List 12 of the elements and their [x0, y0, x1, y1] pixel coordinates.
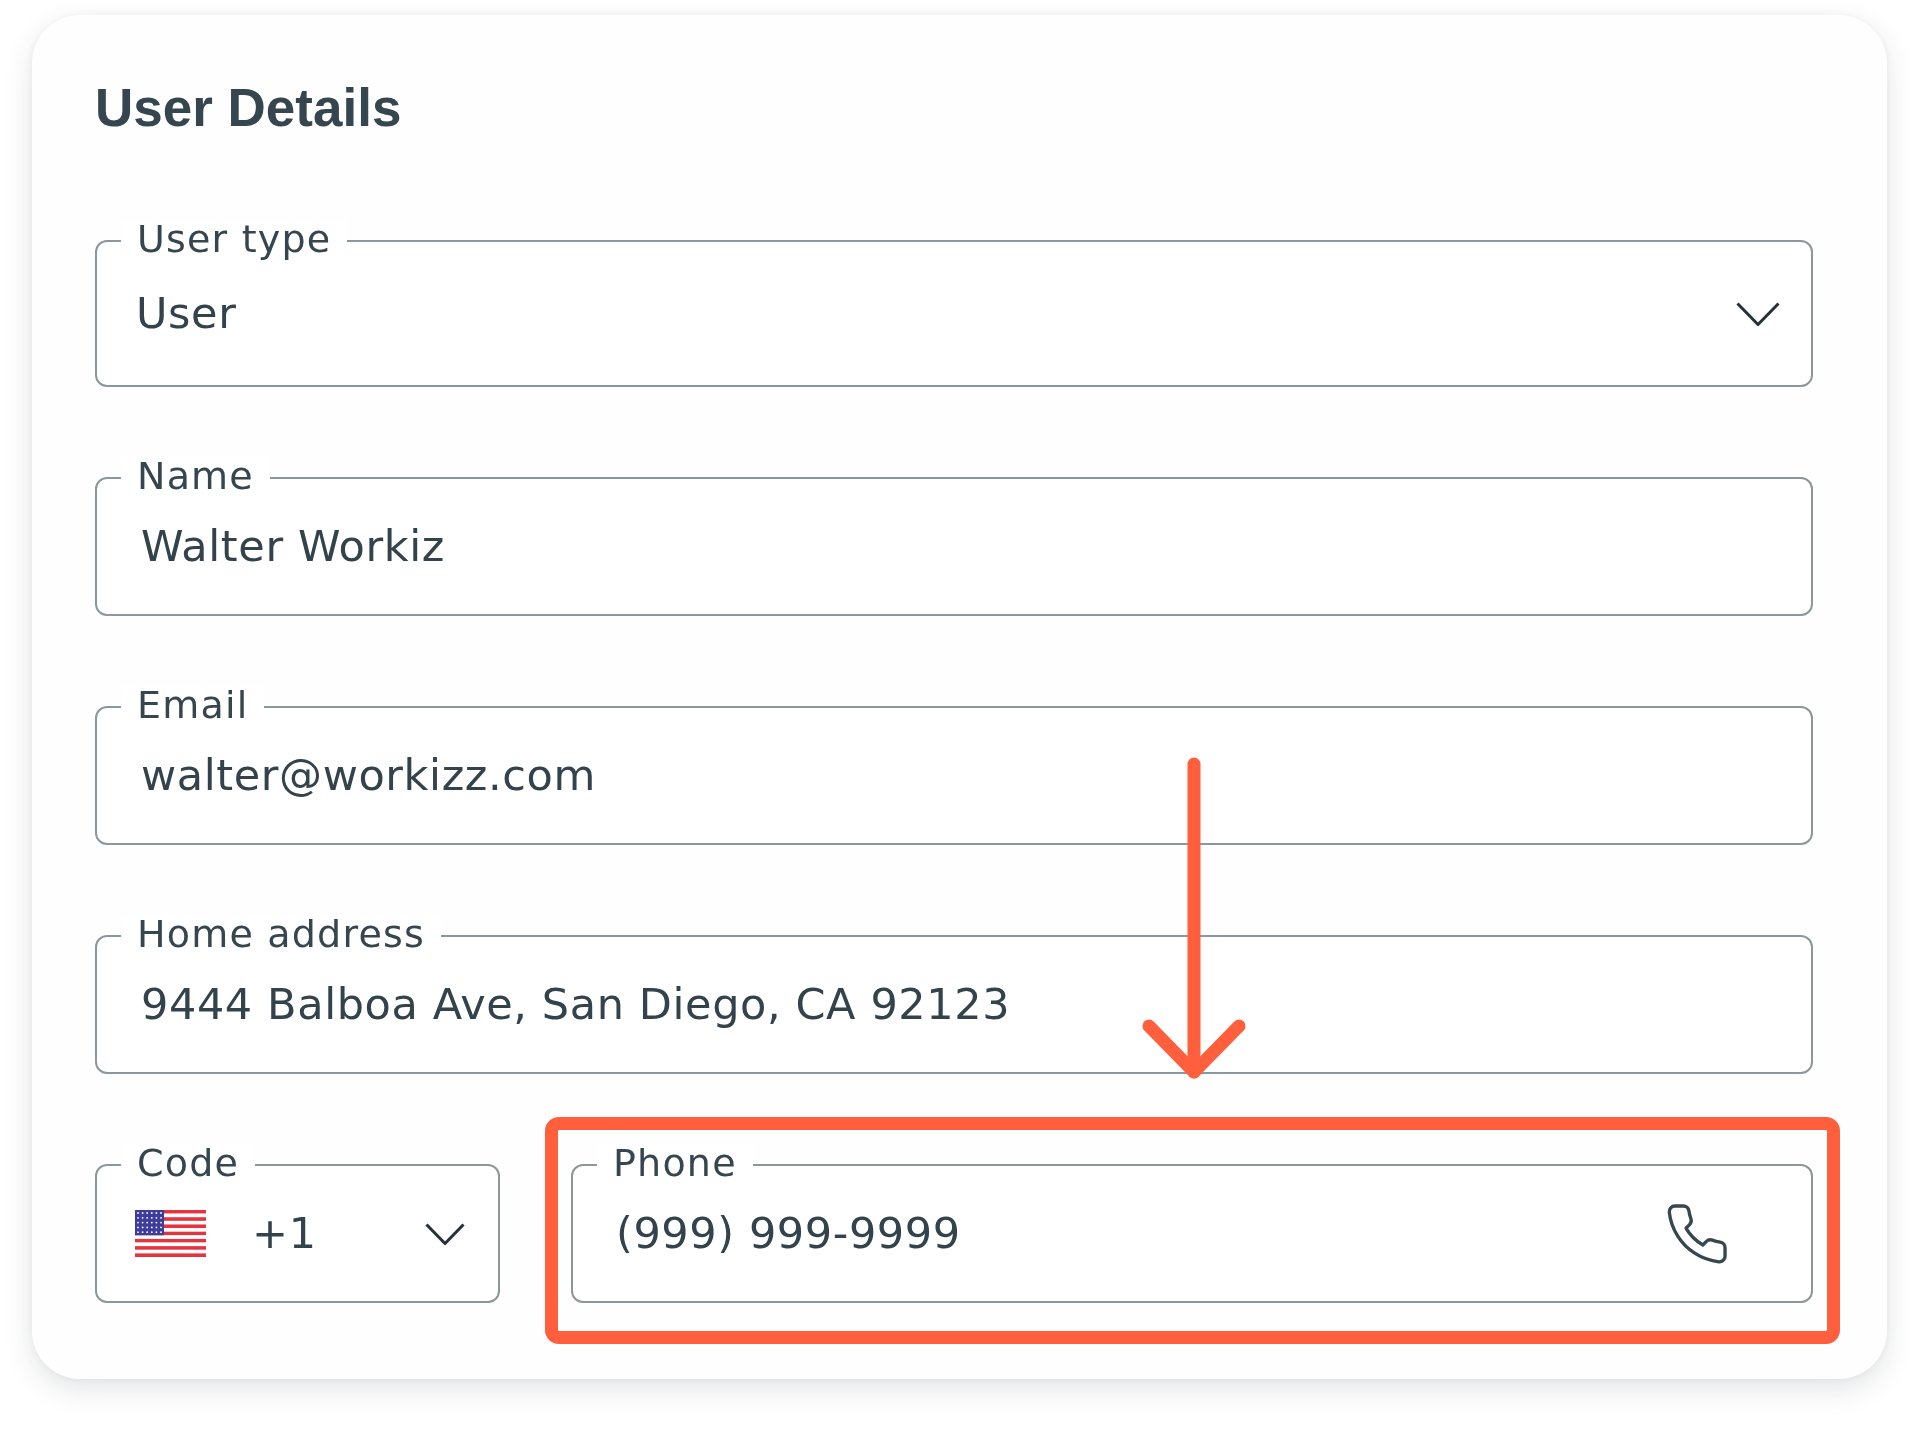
- field-value: User: [136, 292, 237, 335]
- field-value: +1: [252, 1212, 317, 1255]
- field-value: 9444 Balboa Ave, San Diego, CA 92123: [141, 983, 1011, 1026]
- chevron-down-icon: [425, 1222, 465, 1245]
- field-value: Walter Workiz: [141, 525, 445, 568]
- field-value: (999) 999-9999: [616, 1212, 961, 1255]
- section-title: User Details: [95, 78, 402, 138]
- field-value: walter@workizz.com: [141, 754, 596, 797]
- down-arrow-icon: [1142, 757, 1246, 1079]
- phone-icon: [1667, 1203, 1727, 1264]
- chevron-down-icon: [1736, 301, 1780, 326]
- flag-icon: [135, 1210, 206, 1257]
